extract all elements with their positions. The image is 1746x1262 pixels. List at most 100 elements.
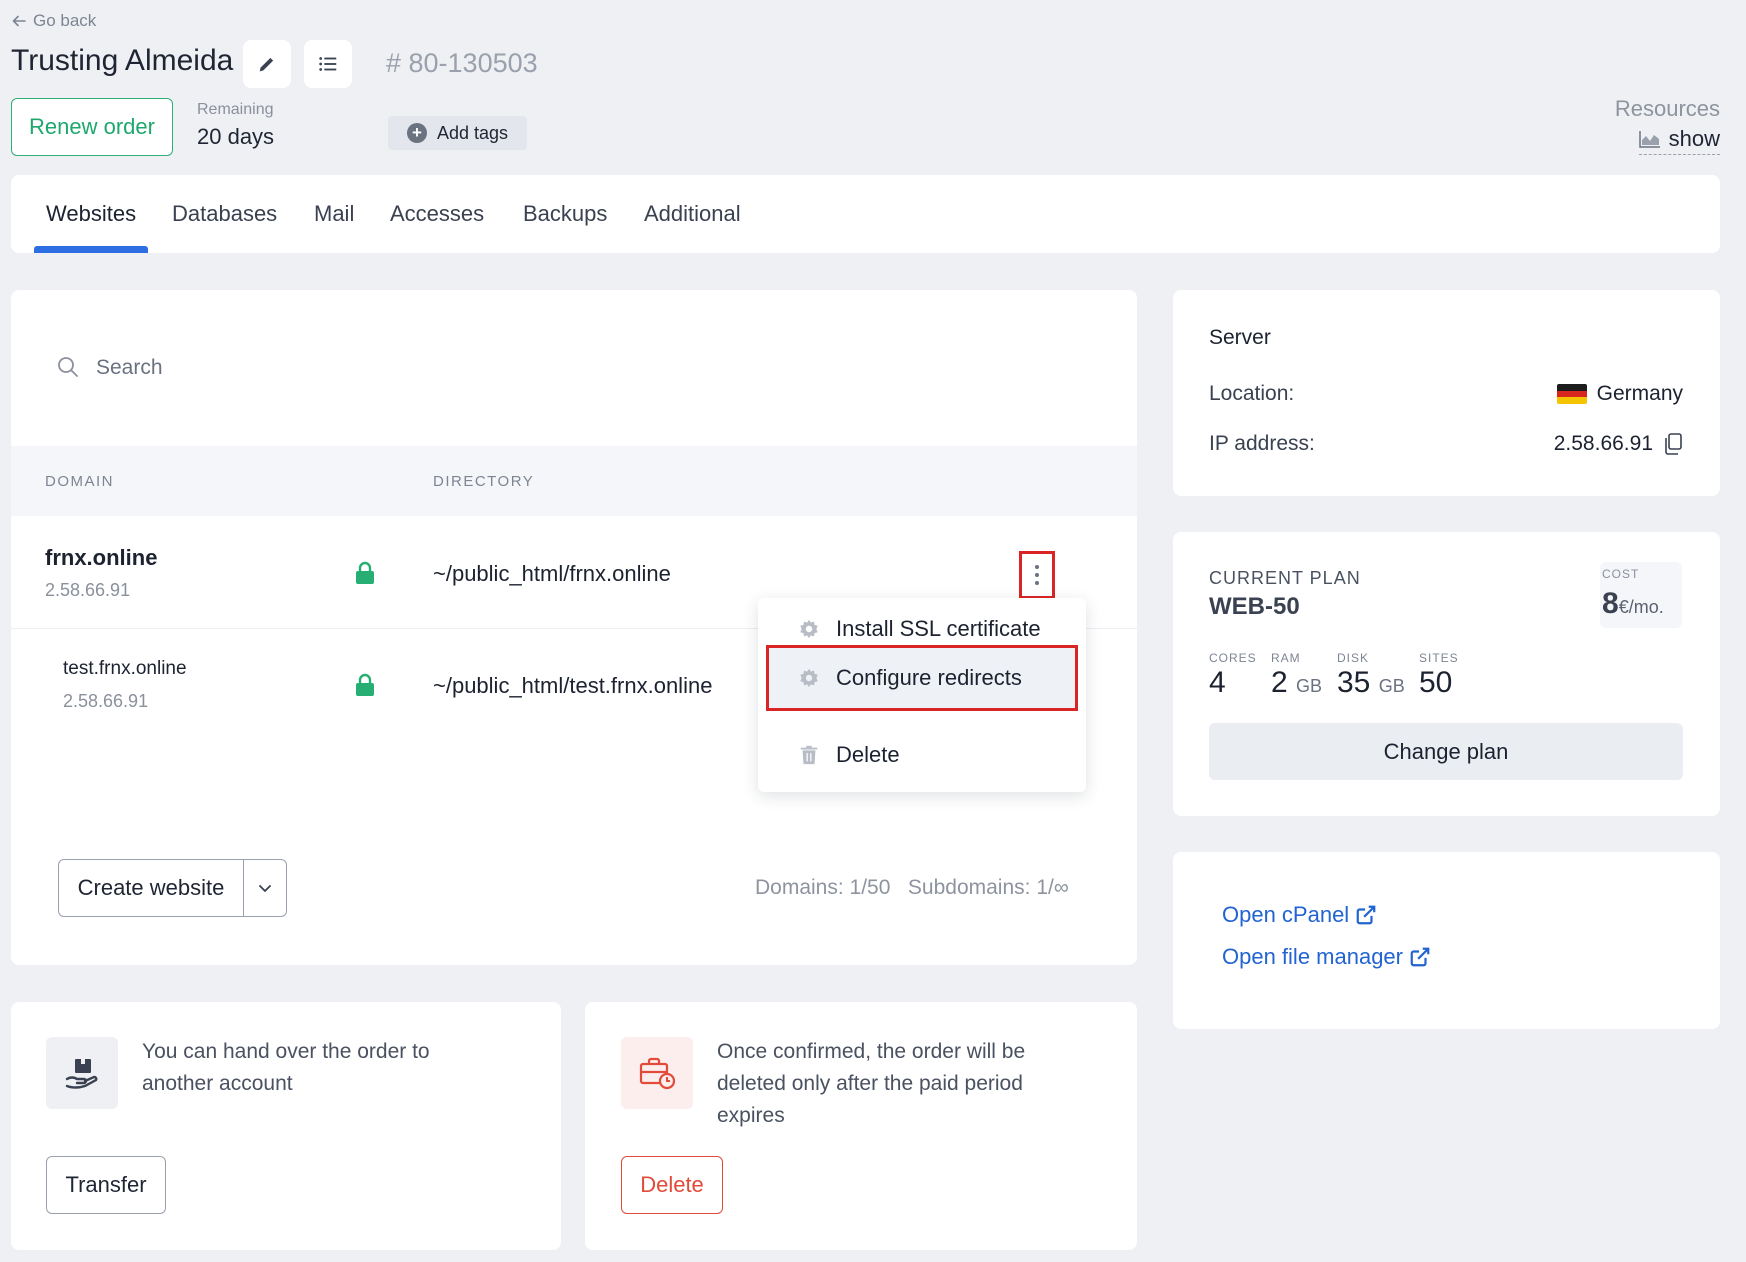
ip-text: 2.58.66.91 <box>1553 432 1653 455</box>
location-label: Location: <box>1209 382 1295 405</box>
cost-value: 8€/mo. <box>1602 587 1664 621</box>
delete-order-button[interactable]: Delete <box>621 1156 723 1214</box>
cost-label: COST <box>1602 567 1640 581</box>
location-text: Germany <box>1596 382 1683 405</box>
search-input[interactable] <box>96 352 596 384</box>
change-plan-button[interactable]: Change plan <box>1209 723 1683 780</box>
add-tags-button[interactable]: + Add tags <box>388 116 527 150</box>
row-directory: ~/public_html/frnx.online <box>433 561 671 586</box>
row-ip: 2.58.66.91 <box>63 691 149 711</box>
dot <box>1035 573 1039 577</box>
spec-sites-label: SITES <box>1419 651 1459 665</box>
germany-flag-icon <box>1556 384 1587 404</box>
copy-icon[interactable] <box>1663 433 1683 455</box>
gear-icon <box>800 619 818 639</box>
row-directory: ~/public_html/test.frnx.online <box>433 673 713 698</box>
remaining-label: Remaining <box>197 101 274 118</box>
renew-order-button[interactable]: Renew order <box>11 98 173 156</box>
spec-cores-label: CORES <box>1209 651 1257 665</box>
list-button[interactable] <box>304 40 352 88</box>
add-tags-label: Add tags <box>436 122 509 143</box>
tab-databases[interactable]: Databases <box>172 201 277 227</box>
edit-button[interactable] <box>243 40 291 88</box>
menu-item-label: Delete <box>836 742 900 767</box>
create-website-dropdown[interactable] <box>243 859 287 917</box>
plus-circle-icon: + <box>406 123 427 143</box>
active-tab-indicator <box>34 246 148 253</box>
spec-unit: GB <box>1296 676 1323 696</box>
spec-disk-label: DISK <box>1337 651 1370 665</box>
menu-item-label: Configure redirects <box>836 665 1022 690</box>
resources-show-button[interactable]: show <box>1638 126 1720 155</box>
delete-description: Once confirmed, the order will be delete… <box>717 1040 1026 1127</box>
go-back-label: Go back <box>33 11 97 30</box>
menu-item-delete[interactable]: Delete <box>758 731 1086 779</box>
spec-unit: GB <box>1378 676 1405 696</box>
location-value: Germany <box>1556 382 1683 406</box>
trash-icon <box>800 745 818 765</box>
spec-number: 35 <box>1337 666 1371 699</box>
area-chart-icon <box>1638 131 1660 148</box>
gear-icon <box>800 668 818 688</box>
open-file-manager-link[interactable]: Open file manager <box>1222 944 1431 970</box>
tab-backups[interactable]: Backups <box>523 201 607 227</box>
briefcase-clock-icon <box>639 1057 676 1090</box>
tab-bar: Websites Databases Mail Accesses Backups… <box>11 175 1720 253</box>
chevron-down-icon <box>259 885 271 892</box>
spec-disk-value: 35 GB <box>1337 666 1405 700</box>
create-website-button[interactable]: Create website <box>58 859 244 917</box>
domain-counts: Domains: 1/50 Subdomains: 1/∞ <box>755 876 1069 899</box>
list-icon <box>319 57 337 71</box>
links-card <box>1173 852 1720 1029</box>
transfer-tile <box>46 1037 118 1109</box>
row-actions-button[interactable] <box>1019 551 1055 599</box>
pencil-icon <box>259 57 274 72</box>
spec-cores-value: 4 <box>1209 666 1226 700</box>
plan-name: WEB-50 <box>1209 593 1300 620</box>
transfer-button[interactable]: Transfer <box>46 1156 166 1214</box>
spec-ram-label: RAM <box>1271 651 1301 665</box>
dot <box>1035 581 1039 585</box>
link-label: Open file manager <box>1222 944 1403 969</box>
column-domain: DOMAIN <box>45 473 114 490</box>
spec-number: 50 <box>1419 666 1453 699</box>
spec-number: 2 <box>1271 666 1288 699</box>
spec-ram-value: 2 GB <box>1271 666 1322 700</box>
dot <box>1035 565 1039 569</box>
cost-unit: €/mo. <box>1618 597 1664 617</box>
open-cpanel-link[interactable]: Open cPanel <box>1222 902 1377 928</box>
arrow-left-icon <box>12 15 26 27</box>
go-back-link[interactable]: Go back <box>11 11 96 31</box>
row-domain[interactable]: test.frnx.online <box>63 658 187 680</box>
delete-tile <box>621 1037 693 1109</box>
ip-label: IP address: <box>1209 432 1315 455</box>
menu-item-label: Install SSL certificate <box>836 616 1041 641</box>
transfer-description: You can hand over the order to another a… <box>142 1040 430 1095</box>
tab-accesses[interactable]: Accesses <box>390 201 484 227</box>
row-domain[interactable]: frnx.online <box>45 545 157 571</box>
tab-websites[interactable]: Websites <box>46 201 136 227</box>
external-link-icon <box>1410 947 1430 967</box>
external-link-icon <box>1356 905 1376 925</box>
tab-mail[interactable]: Mail <box>314 201 354 227</box>
row-ip: 2.58.66.91 <box>45 580 131 600</box>
menu-item-configure-redirects[interactable]: Configure redirects <box>766 645 1078 711</box>
spec-sites-value: 50 <box>1419 666 1452 700</box>
link-label: Open cPanel <box>1222 902 1350 927</box>
server-title: Server <box>1209 326 1271 349</box>
remaining-value: 20 days <box>197 124 275 149</box>
resources-label: Resources <box>1614 96 1720 121</box>
spec-number: 4 <box>1209 666 1226 699</box>
hand-box-icon <box>65 1059 98 1089</box>
current-plan-label: CURRENT PLAN <box>1209 568 1361 588</box>
lock-icon <box>356 673 374 696</box>
tab-additional[interactable]: Additional <box>644 201 741 227</box>
resources-show-label: show <box>1668 126 1720 151</box>
search-icon <box>58 357 78 377</box>
row-actions-menu: Install SSL certificate Configure redire… <box>758 598 1086 792</box>
column-directory: DIRECTORY <box>433 473 535 490</box>
order-id: # 80-130503 <box>386 48 538 78</box>
ip-value: 2.58.66.91 <box>1554 432 1683 456</box>
cost-amount: 8 <box>1602 587 1619 620</box>
table-header: DOMAIN DIRECTORY <box>11 446 1137 516</box>
